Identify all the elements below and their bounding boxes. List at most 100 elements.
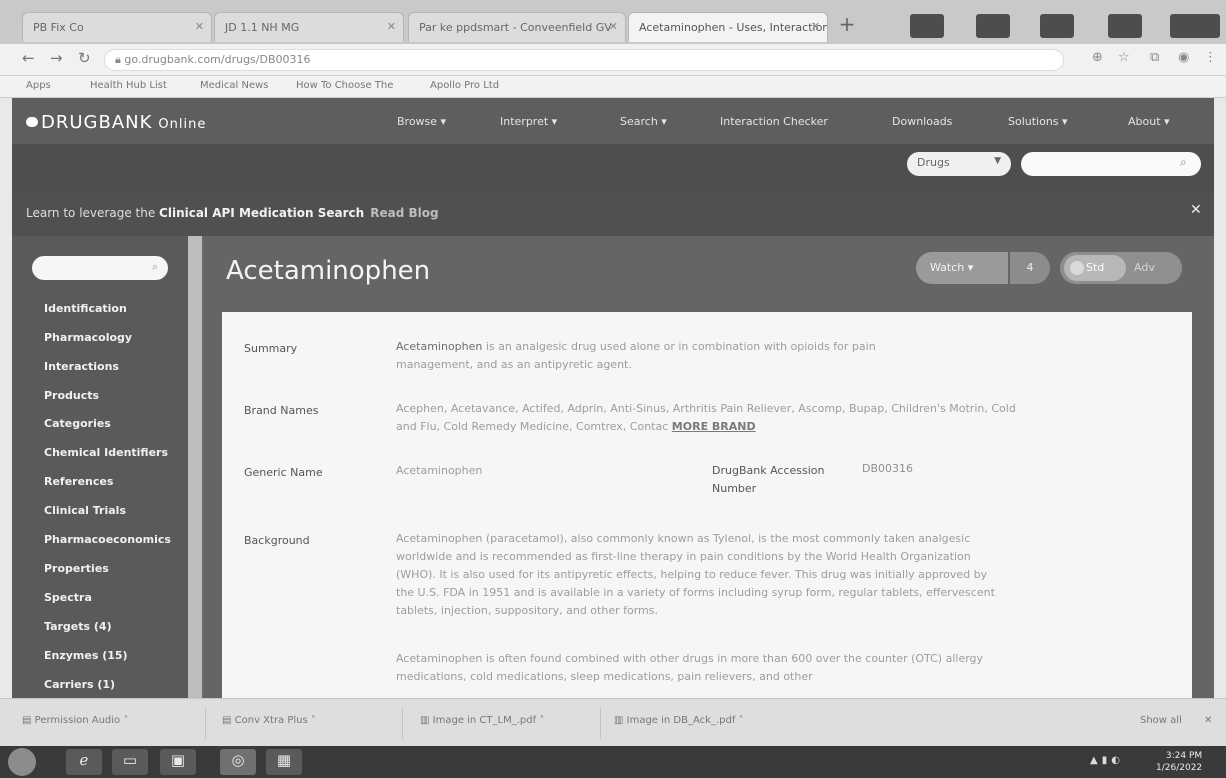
tab-title: Acetaminophen - Uses, Interactions ...	[639, 21, 828, 34]
pdf-file-icon: ▥	[614, 715, 627, 726]
file-icon: ▤	[222, 715, 235, 726]
accession-number-value: DB00316	[862, 462, 914, 475]
download-filename: Image in DB_Ack_.pdf	[626, 715, 736, 726]
close-tab-icon[interactable]: ✕	[387, 20, 396, 33]
brand-names-value: Acephen, Acetavance, Actifed, Adprin, An…	[396, 400, 1036, 436]
bookmark-item[interactable]: How To Choose The	[296, 80, 393, 91]
app-icon[interactable]: ▦	[266, 749, 302, 775]
close-tab-icon[interactable]: ✕	[811, 20, 820, 33]
zoom-icon[interactable]: ⊕	[1092, 50, 1103, 65]
browser-tab[interactable]: Par ke ppdsmart - Conveenfield GV ✕	[408, 12, 626, 42]
forward-arrow-icon[interactable]: →	[50, 49, 63, 67]
lock-icon: 🔒︎	[115, 53, 125, 66]
chevron-up-icon: ˄	[310, 715, 316, 726]
nav-solutions[interactable]: Solutions ▾	[1008, 115, 1068, 128]
bookmark-item[interactable]: Medical News	[200, 80, 269, 91]
search-type-select[interactable]: Drugs ▼	[907, 152, 1011, 176]
nav-about[interactable]: About ▾	[1128, 115, 1170, 128]
sidebar-item-identification[interactable]: Identification	[44, 302, 127, 315]
site-search-input[interactable]	[1021, 152, 1201, 176]
promo-read-blog-link[interactable]: Read Blog	[370, 206, 438, 220]
sidebar-item-pharmacology[interactable]: Pharmacology	[44, 331, 132, 344]
sidebar-item-categories[interactable]: Categories	[44, 417, 111, 430]
nav-search[interactable]: Search ▾	[620, 115, 667, 128]
download-item[interactable]: ▥ Image in DB_Ack_.pdf ˄	[614, 715, 744, 726]
app-icon[interactable]: ▣	[160, 749, 196, 775]
search-icon[interactable]: ⌕	[1180, 155, 1187, 170]
bookmark-item[interactable]: Health Hub List	[90, 80, 167, 91]
sidebar-item-enzymes[interactable]: Enzymes (15)	[44, 649, 128, 662]
internet-explorer-icon[interactable]: ℯ	[66, 749, 102, 775]
new-tab-button[interactable]: +	[832, 12, 862, 40]
download-item[interactable]: ▤ Conv Xtra Plus ˄	[222, 715, 316, 726]
sidebar-item-carriers[interactable]: Carriers (1)	[44, 678, 115, 691]
clock-date: 1/26/2022	[1156, 763, 1203, 773]
drugbank-page: DRUGBANK Online Browse ▾ Interpret ▾ Sear…	[12, 98, 1214, 698]
sidebar-item-pharmacoeconomics[interactable]: Pharmacoeconomics	[44, 533, 171, 546]
extension-icon[interactable]: ⧉	[1150, 50, 1159, 65]
sidebar-item-clinical-trials[interactable]: Clinical Trials	[44, 504, 126, 517]
accession-number-label: DrugBank Accession Number	[712, 464, 825, 495]
bookmark-item[interactable]: Apps	[26, 80, 51, 91]
url-field[interactable]: 🔒︎ go.drugbank.com/drugs/DB00316	[104, 49, 1064, 71]
nav-interpret[interactable]: Interpret ▾	[500, 115, 557, 128]
sidebar-item-spectra[interactable]: Spectra	[44, 591, 92, 604]
sidebar-search-input[interactable]	[32, 256, 168, 280]
star-icon[interactable]: ☆	[1118, 50, 1130, 65]
show-all-downloads-button[interactable]: Show all	[1140, 715, 1182, 726]
drug-sidebar: ⌕ Identification Pharmacology Interactio…	[12, 236, 202, 698]
generic-name-value: Acetaminophen	[396, 464, 483, 477]
sidebar-item-targets[interactable]: Targets (4)	[44, 620, 112, 633]
tab-thumbnail	[976, 14, 1010, 38]
chrome-icon[interactable]: ◎	[220, 749, 256, 775]
close-tab-icon[interactable]: ✕	[195, 20, 204, 33]
brand-names-label: Brand Names	[244, 404, 319, 417]
download-filename: Image in CT_LM_.pdf	[432, 715, 537, 726]
toggle-standard-option[interactable]: Std	[1064, 255, 1126, 281]
more-brand-link[interactable]: MORE BRAND	[672, 420, 756, 433]
sidebar-item-products[interactable]: Products	[44, 389, 99, 402]
sidebar-scrollbar[interactable]	[188, 236, 202, 698]
watch-button[interactable]: Watch ▾	[916, 252, 1008, 284]
site-search-row: Drugs ▼ ⌕	[12, 144, 1214, 192]
drugbank-logo[interactable]: DRUGBANK Online	[26, 112, 206, 133]
drug-main: Acetaminophen Watch ▾ 4 Std Adv Summary …	[204, 236, 1214, 698]
background-paragraph-2: Acetaminophen is often found combined wi…	[396, 652, 984, 683]
nav-interaction-checker[interactable]: Interaction Checker	[720, 115, 828, 128]
background-paragraph-1: Acetaminophen (paracetamol), also common…	[396, 532, 995, 617]
search-icon[interactable]: ⌕	[152, 260, 158, 274]
download-item[interactable]: ▤ Permission Audio ˄	[22, 715, 128, 726]
nav-downloads[interactable]: Downloads	[892, 115, 952, 128]
browser-tab[interactable]: PB Fix Co ✕	[22, 12, 212, 42]
summary-drug-name: Acetaminophen	[396, 340, 483, 353]
promo-text: Learn to leverage the Clinical API Medic…	[26, 206, 439, 220]
browser-tab[interactable]: JD 1.1 NH MG ✕	[214, 12, 404, 42]
window-controls[interactable]	[1170, 14, 1220, 38]
sidebar-item-chemical-identifiers[interactable]: Chemical Identifiers	[44, 446, 168, 459]
close-icon[interactable]: ✕	[1204, 715, 1212, 726]
sidebar-item-references[interactable]: References	[44, 475, 113, 488]
back-arrow-icon[interactable]: ←	[22, 49, 35, 67]
download-item[interactable]: ▥ Image in CT_LM_.pdf ˄	[420, 715, 544, 726]
file-explorer-icon[interactable]: ▭	[112, 749, 148, 775]
toggle-advanced-option[interactable]: Adv	[1134, 261, 1155, 274]
chevron-up-icon: ˄	[738, 715, 744, 726]
system-clock[interactable]: 3:24 PM 1/26/2022	[1156, 750, 1202, 774]
site-top-nav: DRUGBANK Online Browse ▾ Interpret ▾ Sear…	[12, 98, 1214, 144]
browser-tab-active[interactable]: Acetaminophen - Uses, Interactions ... ✕	[628, 12, 828, 42]
close-tab-icon[interactable]: ✕	[609, 20, 618, 33]
menu-kebab-icon[interactable]: ⋮	[1204, 50, 1217, 65]
system-tray-icons[interactable]: ▲▮◐	[1090, 755, 1124, 766]
sidebar-item-interactions[interactable]: Interactions	[44, 360, 119, 373]
bookmark-item[interactable]: Apollo Pro Ltd	[430, 80, 499, 91]
nav-browse[interactable]: Browse ▾	[397, 115, 446, 128]
profile-icon[interactable]: ◉	[1178, 50, 1189, 65]
start-button[interactable]	[8, 748, 36, 776]
promo-highlight: Clinical API Medication Search	[159, 206, 365, 220]
sidebar-item-properties[interactable]: Properties	[44, 562, 109, 575]
close-icon[interactable]: ✕	[1190, 202, 1202, 218]
view-mode-toggle[interactable]: Std Adv	[1060, 252, 1182, 284]
browser-tab-strip: PB Fix Co ✕ JD 1.1 NH MG ✕ Par ke ppdsmart…	[0, 0, 1226, 44]
reload-icon[interactable]: ↻	[78, 49, 91, 67]
summary-label: Summary	[244, 342, 298, 355]
